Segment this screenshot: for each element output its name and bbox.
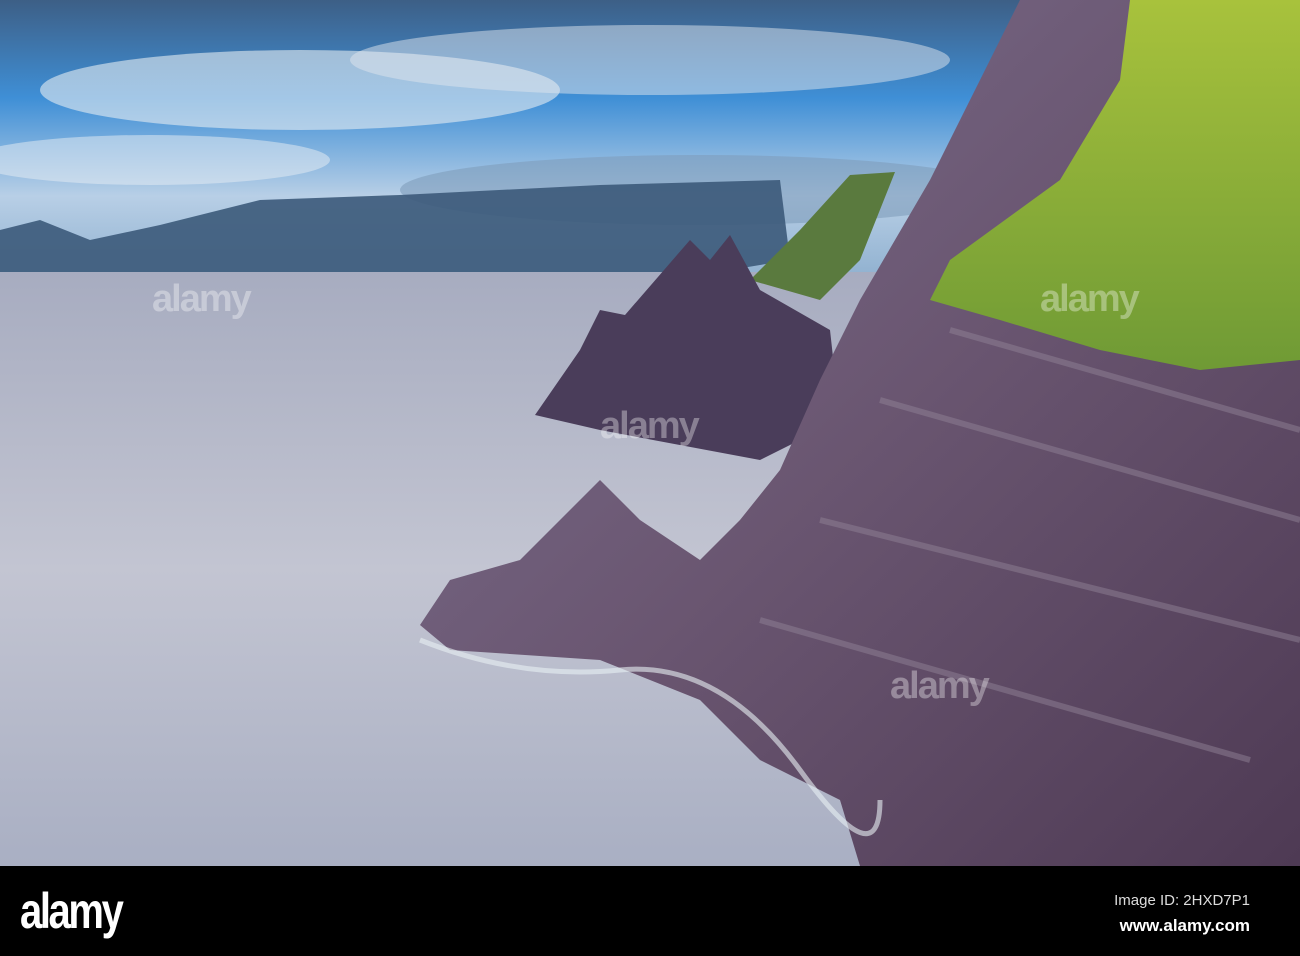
watermark-bar: alamy Image ID: 2HXD7P1 www.alamy.com [0,866,1300,956]
image-id: Image ID: 2HXD7P1 [1114,892,1250,909]
alamy-logo: alamy [20,883,124,939]
watermark-text: alamy [152,278,252,320]
watermark-text: alamy [600,405,700,447]
site-url: www.alamy.com [1119,916,1250,935]
watermark-text: alamy [1040,278,1140,320]
watermark-text: alamy [890,665,990,707]
